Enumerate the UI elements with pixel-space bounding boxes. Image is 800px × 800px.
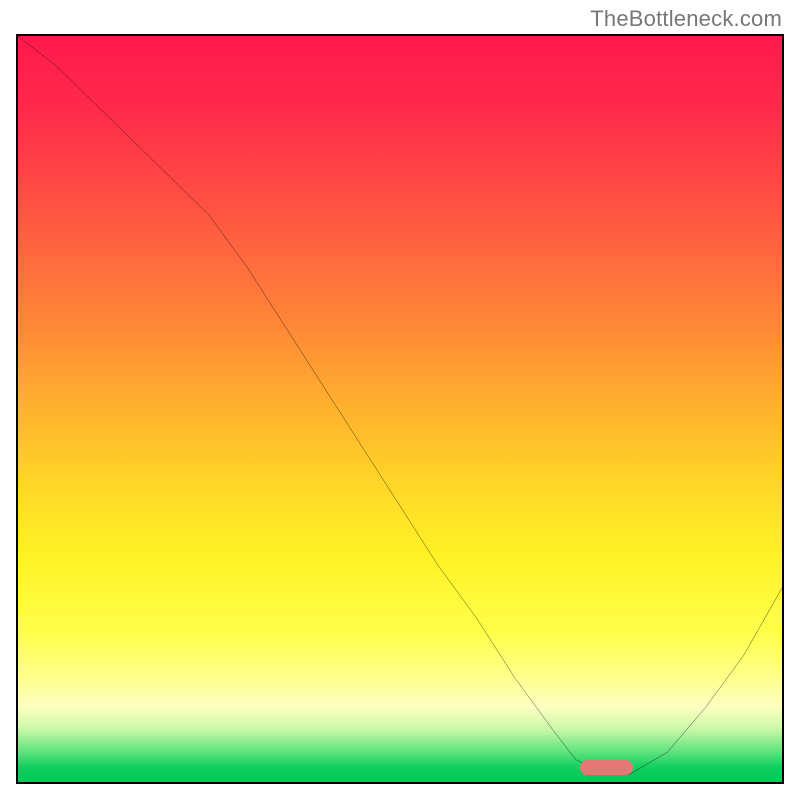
gradient-background — [18, 36, 782, 782]
watermark-label: TheBottleneck.com — [590, 6, 782, 32]
optimum-marker — [580, 760, 633, 775]
chart-frame — [16, 34, 784, 784]
